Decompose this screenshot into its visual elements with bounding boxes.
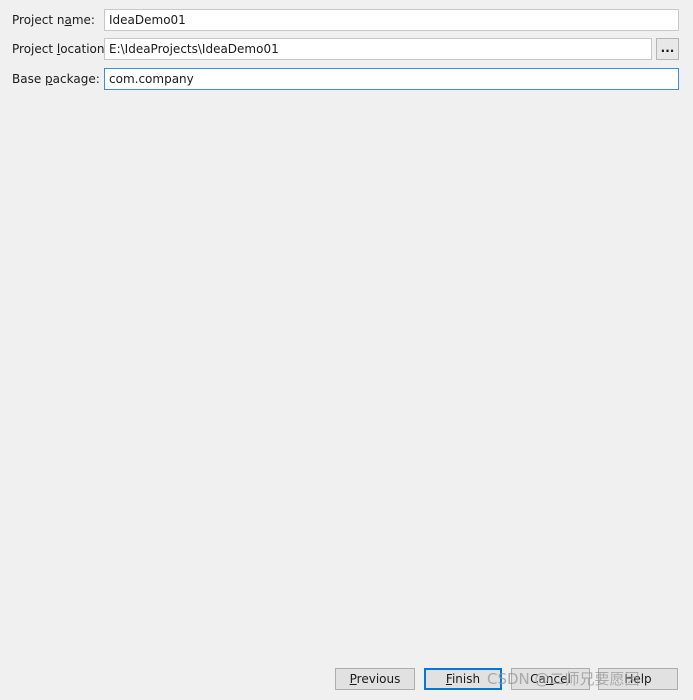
base-package-label: Base package:	[12, 72, 100, 86]
help-button[interactable]: Help	[598, 668, 678, 690]
project-name-row: Project name: IdeaDemo01	[0, 9, 693, 31]
base-package-input[interactable]: com.company	[104, 68, 679, 90]
project-location-label: Project location:	[12, 42, 109, 56]
base-package-row: Base package: com.company	[0, 68, 693, 90]
cancel-button[interactable]: Cancel	[511, 668, 590, 690]
project-name-label: Project name:	[12, 13, 95, 27]
project-name-input[interactable]: IdeaDemo01	[104, 9, 679, 31]
project-location-row: Project location: E:\IdeaProjects\IdeaDe…	[0, 38, 693, 60]
previous-button[interactable]: Previous	[335, 668, 415, 690]
finish-button[interactable]: Finish	[424, 668, 502, 690]
project-location-input[interactable]: E:\IdeaProjects\IdeaDemo01	[104, 38, 652, 60]
browse-location-button[interactable]: ...	[656, 38, 679, 60]
